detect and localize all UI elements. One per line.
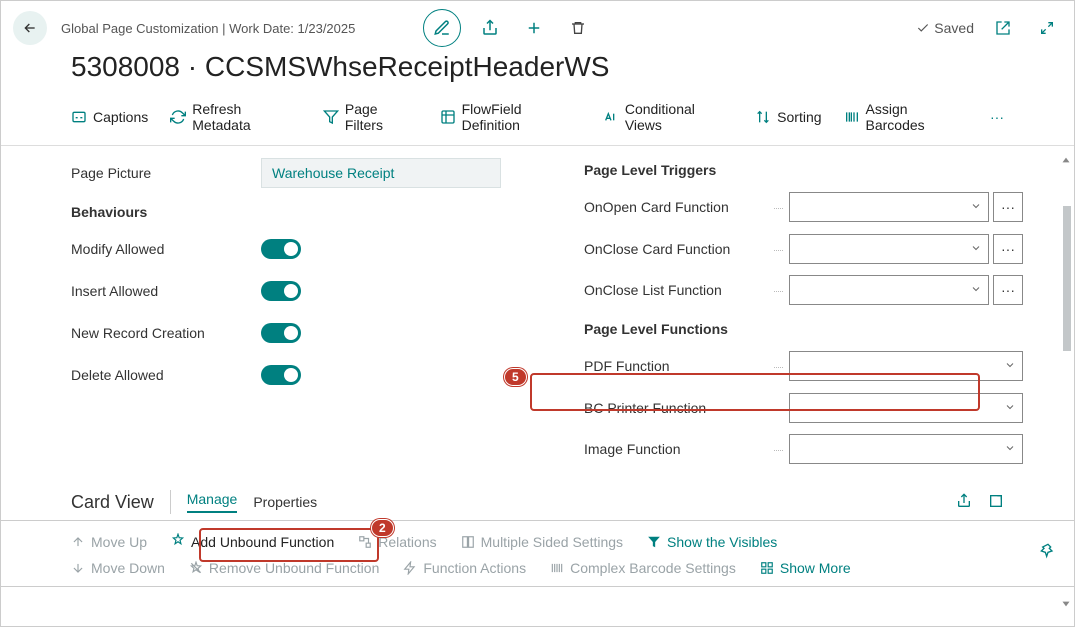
image-function-dropdown[interactable] <box>789 434 1023 464</box>
chevron-down-icon <box>970 282 982 298</box>
remove-unbound-function-button[interactable]: Remove Unbound Function <box>189 560 379 576</box>
chevron-down-icon <box>970 199 982 215</box>
edit-button[interactable] <box>423 9 461 47</box>
multiple-sided-button[interactable]: Multiple Sided Settings <box>461 534 623 550</box>
menu-page-filters[interactable]: Page Filters <box>323 101 418 133</box>
scrollbar[interactable] <box>1063 151 1071 601</box>
delete-allowed-toggle[interactable] <box>261 365 301 385</box>
menu-refresh[interactable]: Refresh Metadata <box>170 101 301 133</box>
callout-2-badge: 2 <box>371 519 394 537</box>
callout-5 <box>530 373 980 411</box>
pdf-function-label: PDF Function <box>584 358 768 374</box>
share-icon[interactable] <box>475 19 505 37</box>
filter-icon <box>323 109 339 125</box>
conditional-icon <box>603 109 619 125</box>
captions-icon <box>71 109 87 125</box>
flowfield-icon <box>440 109 456 125</box>
scroll-up-arrow[interactable] <box>1059 153 1073 167</box>
delete-allowed-label: Delete Allowed <box>71 367 249 383</box>
back-button[interactable] <box>13 11 47 45</box>
triggers-header: Page Level Triggers <box>584 162 1024 178</box>
behaviours-header: Behaviours <box>71 204 511 220</box>
move-down-button[interactable]: Move Down <box>71 560 165 576</box>
delete-icon[interactable] <box>563 20 593 36</box>
menu-sorting[interactable]: Sorting <box>755 109 821 125</box>
insert-allowed-label: Insert Allowed <box>71 283 249 299</box>
onclose-list-dropdown[interactable] <box>789 275 989 305</box>
barcode-icon <box>844 109 860 125</box>
show-visibles-button[interactable]: Show the Visibles <box>647 534 777 550</box>
onopen-card-label: OnOpen Card Function <box>584 199 768 215</box>
page-picture-label: Page Picture <box>71 165 249 181</box>
new-record-creation-label: New Record Creation <box>71 325 249 341</box>
card-view-expand-icon[interactable] <box>988 493 1004 512</box>
onopen-card-ellipsis[interactable]: ··· <box>993 192 1023 222</box>
card-view-title: Card View <box>71 492 154 513</box>
onopen-card-dropdown[interactable] <box>789 192 989 222</box>
menu-flowfield[interactable]: FlowField Definition <box>440 101 581 133</box>
onclose-list-ellipsis[interactable]: ··· <box>993 275 1023 305</box>
new-icon[interactable] <box>519 19 549 37</box>
callout-5-badge: 5 <box>504 368 527 386</box>
page-title: 5308008 · CCSMSWhseReceiptHeaderWS <box>1 47 1074 93</box>
action-menu: Captions Refresh Metadata Page Filters F… <box>1 93 1074 146</box>
onclose-card-label: OnClose Card Function <box>584 241 768 257</box>
card-view-manage[interactable]: Manage <box>187 491 238 513</box>
insert-allowed-toggle[interactable] <box>261 281 301 301</box>
refresh-icon <box>170 109 186 125</box>
card-view-properties[interactable]: Properties <box>253 494 317 510</box>
sorting-icon <box>755 109 771 125</box>
menu-assign-barcodes[interactable]: Assign Barcodes <box>844 101 968 133</box>
functions-header: Page Level Functions <box>584 321 1024 337</box>
saved-status: Saved <box>916 20 974 36</box>
chevron-down-icon <box>970 241 982 257</box>
function-actions-button[interactable]: Function Actions <box>403 560 526 576</box>
modify-allowed-toggle[interactable] <box>261 239 301 259</box>
breadcrumb: Global Page Customization | Work Date: 1… <box>61 21 355 36</box>
onclose-card-ellipsis[interactable]: ··· <box>993 234 1023 264</box>
scroll-down-arrow[interactable] <box>1059 597 1073 611</box>
image-function-label: Image Function <box>584 441 768 457</box>
collapse-icon[interactable] <box>1032 20 1062 36</box>
popout-icon[interactable] <box>988 20 1018 36</box>
chevron-down-icon <box>1004 358 1016 374</box>
modify-allowed-label: Modify Allowed <box>71 241 249 257</box>
menu-captions[interactable]: Captions <box>71 109 148 125</box>
onclose-list-label: OnClose List Function <box>584 282 768 298</box>
new-record-creation-toggle[interactable] <box>261 323 301 343</box>
saved-label: Saved <box>934 20 974 36</box>
complex-barcode-button[interactable]: Complex Barcode Settings <box>550 560 736 576</box>
onclose-card-dropdown[interactable] <box>789 234 989 264</box>
menu-more[interactable]: ··· <box>990 109 1004 125</box>
pin-icon[interactable] <box>1040 543 1056 562</box>
move-up-button[interactable]: Move Up <box>71 534 147 550</box>
page-picture-input[interactable]: Warehouse Receipt <box>261 158 501 188</box>
menu-conditional[interactable]: Conditional Views <box>603 101 733 133</box>
chevron-down-icon <box>1004 441 1016 457</box>
chevron-down-icon <box>1004 400 1016 416</box>
callout-2 <box>199 528 379 562</box>
show-more-button[interactable]: Show More <box>760 560 851 576</box>
card-view-share-icon[interactable] <box>956 493 972 512</box>
